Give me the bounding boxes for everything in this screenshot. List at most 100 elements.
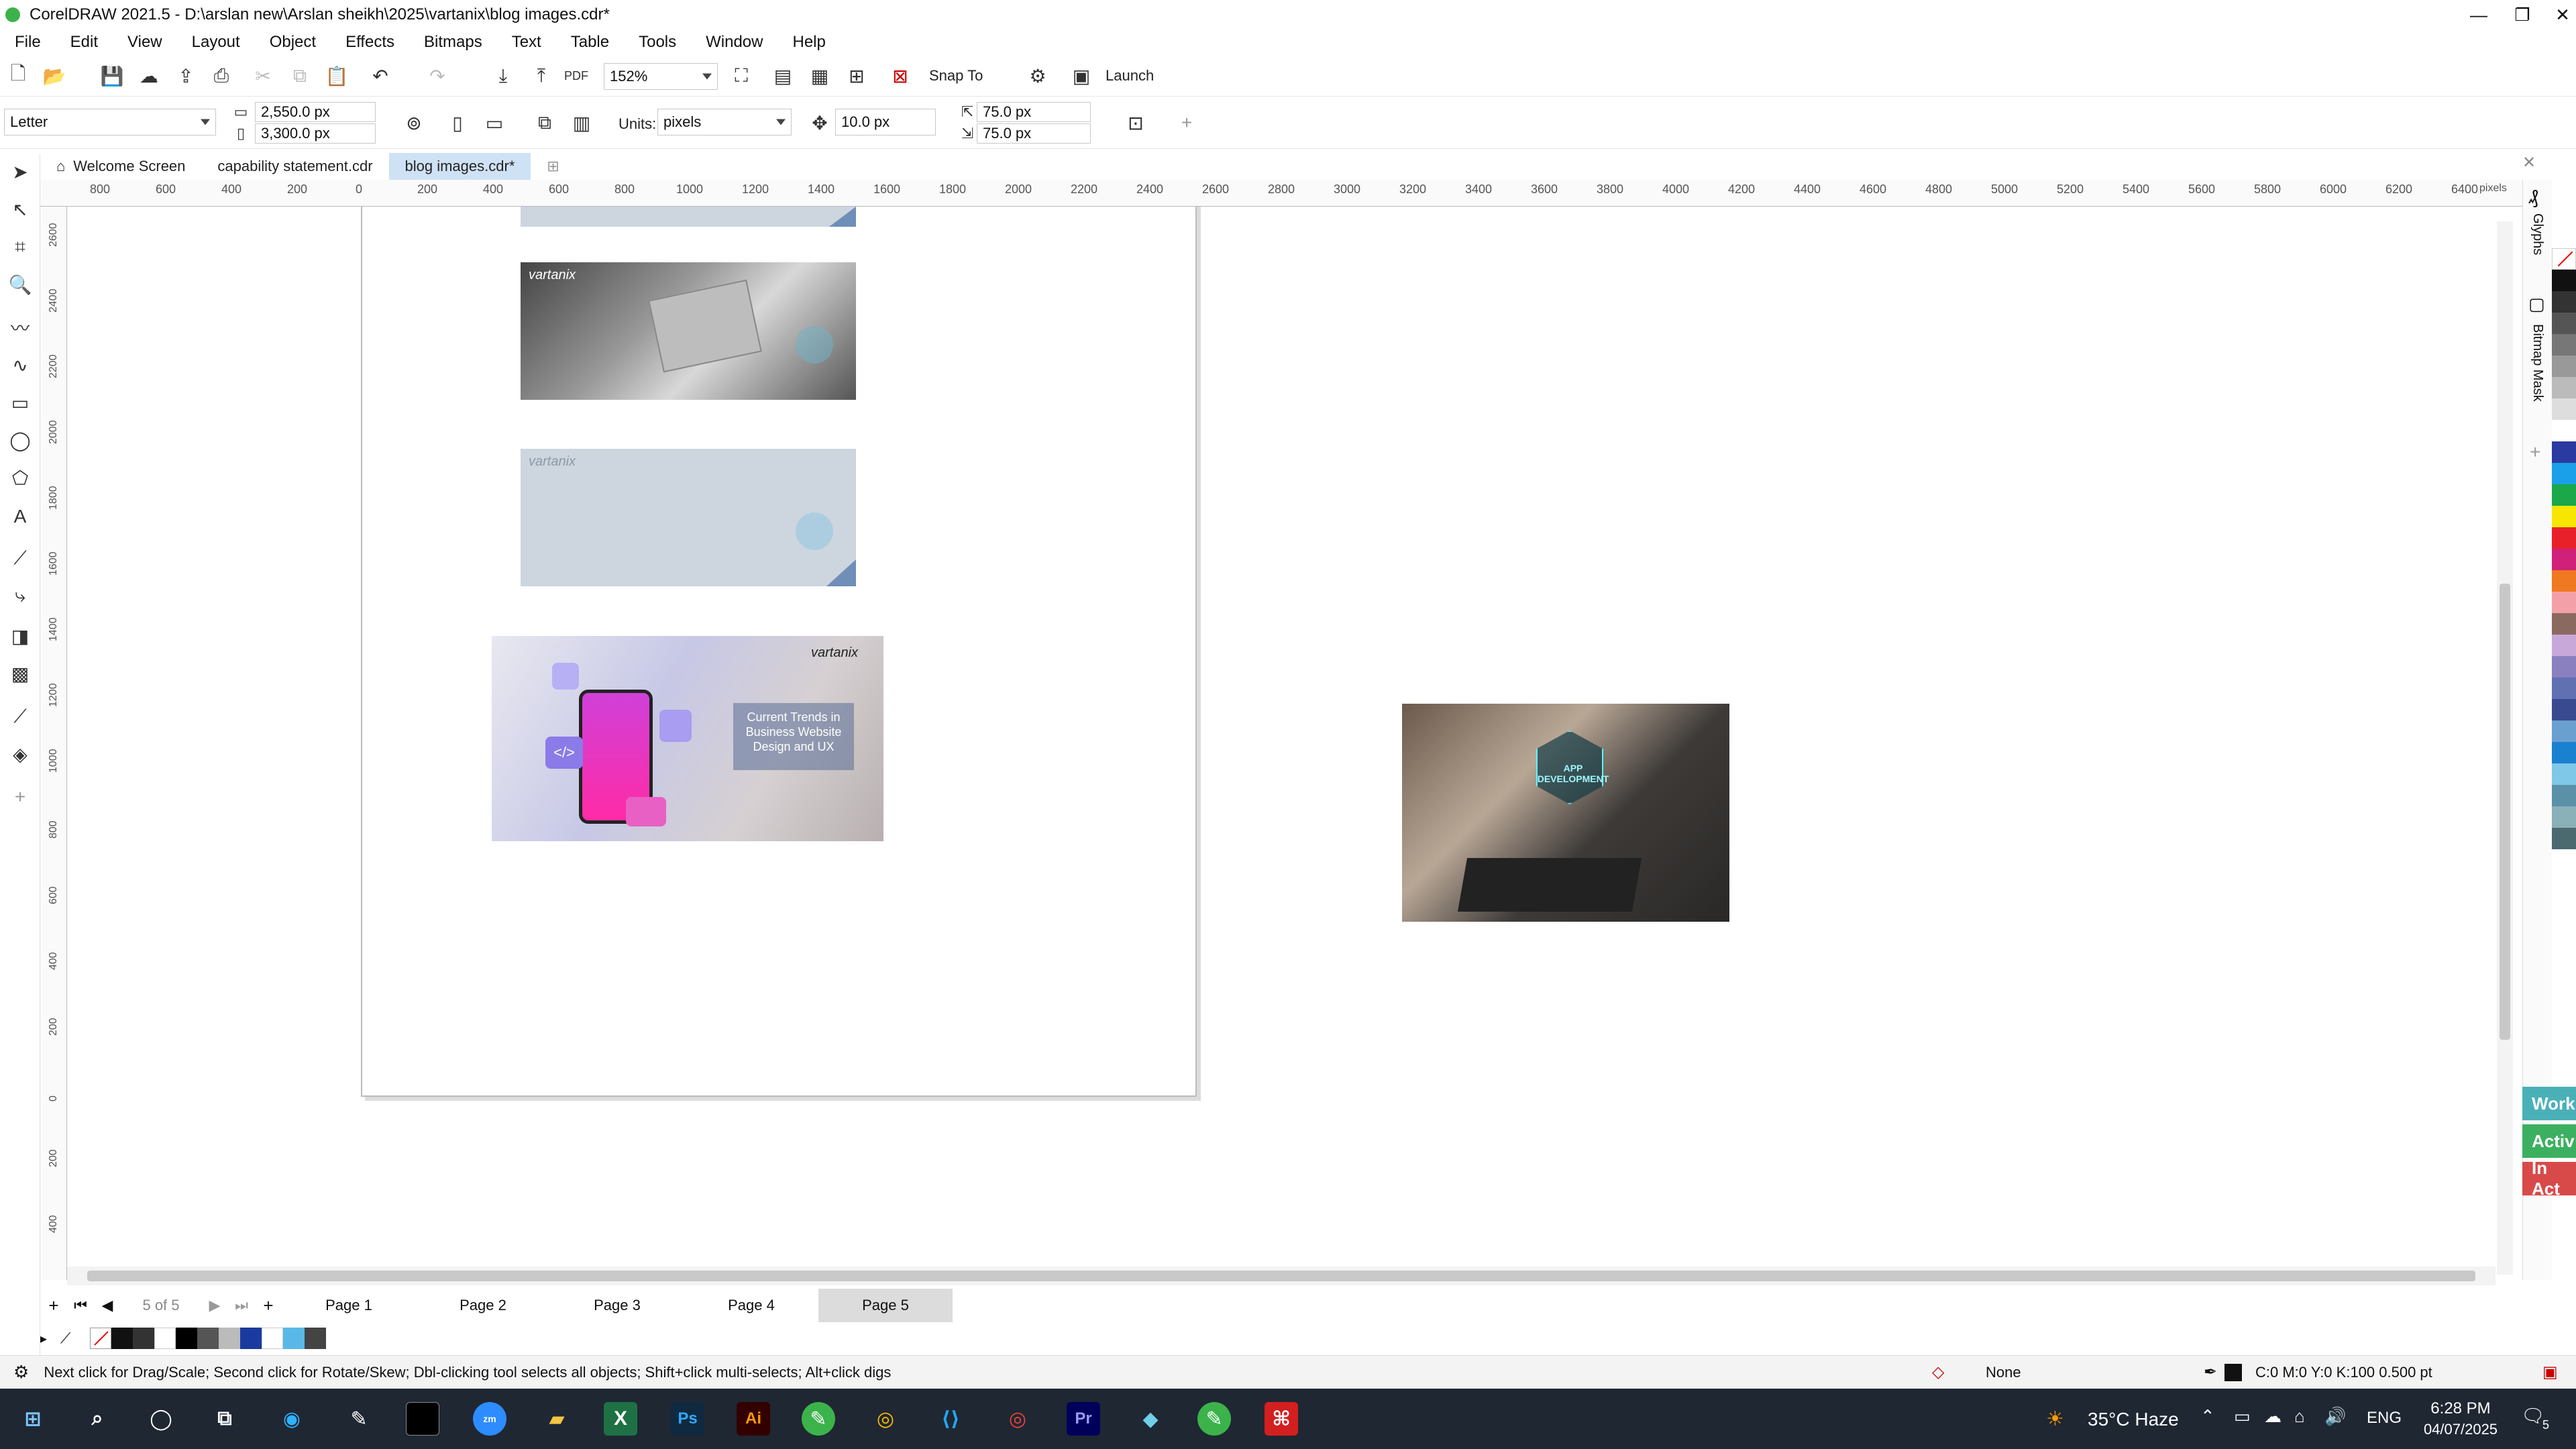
color-swatch[interactable] xyxy=(2552,441,2576,463)
excel-icon[interactable]: X xyxy=(604,1402,637,1436)
portrait-icon[interactable]: ▯ xyxy=(446,111,469,134)
zoom-app-icon[interactable]: zm xyxy=(473,1402,506,1436)
color-swatch[interactable] xyxy=(2552,377,2576,398)
task-view-icon[interactable]: ⧉ xyxy=(208,1402,241,1436)
doc-color-swatch[interactable] xyxy=(305,1328,326,1349)
pick-tool-icon[interactable]: ➤ xyxy=(8,160,32,184)
save-icon[interactable]: 💾 xyxy=(101,64,124,87)
last-page-icon[interactable]: ⏭ xyxy=(228,1297,255,1314)
chrome-profile-icon[interactable]: ◎ xyxy=(1001,1402,1034,1436)
freehand-tool-icon[interactable]: 〰 xyxy=(8,315,32,339)
blog-image-web-design-trends[interactable]: </> Current Trends in Business Website D… xyxy=(492,636,883,841)
page-tab-4[interactable]: Page 4 xyxy=(684,1289,818,1322)
add-tool-icon[interactable]: + xyxy=(8,785,32,809)
menu-tools[interactable]: Tools xyxy=(639,33,676,52)
horizontal-scrollbar[interactable] xyxy=(67,1267,2496,1285)
app-icon[interactable]: ◆ xyxy=(1134,1402,1167,1436)
color-swatch[interactable] xyxy=(2552,570,2576,592)
clock-date[interactable]: 04/07/2025 xyxy=(2414,1421,2508,1438)
first-page-icon[interactable]: ⏮ xyxy=(67,1297,94,1314)
snap-off-icon[interactable]: ⊠ xyxy=(889,64,912,87)
pen-app-icon[interactable]: ✎ xyxy=(342,1402,376,1436)
meet-icon[interactable]: ▭ xyxy=(2234,1406,2251,1427)
vscode-icon[interactable]: ⟨⟩ xyxy=(934,1402,967,1436)
page-tab-5[interactable]: Page 5 xyxy=(818,1289,953,1322)
next-page-icon[interactable]: ▶ xyxy=(201,1297,228,1314)
bitmap-mask-tab[interactable]: Bitmap Mask xyxy=(2530,324,2545,402)
doc-color-swatch[interactable] xyxy=(219,1328,240,1349)
color-swatch[interactable] xyxy=(2552,420,2576,441)
doc-color-swatch[interactable] xyxy=(154,1328,176,1349)
app-development-image[interactable]: APP DEVELOPMENT xyxy=(1402,704,1729,922)
color-swatch[interactable] xyxy=(2552,678,2576,699)
color-swatch[interactable] xyxy=(2552,484,2576,506)
horizontal-scroll-thumb[interactable] xyxy=(87,1271,2475,1281)
color-swatch[interactable] xyxy=(2552,763,2576,785)
options-gear-icon[interactable]: ⚙ xyxy=(1026,64,1049,87)
rectangle-tool-icon[interactable]: ▭ xyxy=(8,390,32,415)
file-explorer-icon[interactable]: ▰ xyxy=(540,1402,574,1436)
status-gear-icon[interactable]: ⚙ xyxy=(13,1362,29,1383)
color-swatch[interactable] xyxy=(2552,463,2576,484)
illustrator-icon[interactable]: Ai xyxy=(737,1402,770,1436)
polygon-tool-icon[interactable]: ⬠ xyxy=(8,466,32,490)
launch-label[interactable]: Launch xyxy=(1106,67,1154,85)
page-height-input[interactable]: 3,300.0 px xyxy=(255,123,376,144)
close-tab-icon[interactable]: ✕ xyxy=(2522,153,2546,177)
no-color-swatch[interactable] xyxy=(2552,248,2576,270)
color-swatch[interactable] xyxy=(2552,656,2576,678)
no-color-swatch[interactable] xyxy=(90,1328,111,1349)
tab-capability-statement[interactable]: capability statement.cdr xyxy=(201,153,388,180)
add-docker-icon[interactable]: + xyxy=(2530,441,2540,463)
doc-color-swatch[interactable] xyxy=(133,1328,154,1349)
page-tab-2[interactable]: Page 2 xyxy=(416,1289,550,1322)
chrome-icon[interactable]: ◎ xyxy=(869,1402,902,1436)
vertical-scroll-thumb[interactable] xyxy=(2500,584,2510,1040)
color-swatch[interactable] xyxy=(2552,635,2576,656)
import-icon[interactable]: ⤓ xyxy=(492,64,515,87)
drop-shadow-icon[interactable]: ◨ xyxy=(8,624,32,648)
color-swatch[interactable] xyxy=(2552,549,2576,570)
color-swatch[interactable] xyxy=(2552,592,2576,613)
palette-arrow-icon[interactable]: ▸ xyxy=(40,1330,60,1347)
open-icon[interactable]: 📂 xyxy=(43,64,66,87)
color-swatch[interactable] xyxy=(2552,506,2576,527)
doc-color-swatch[interactable] xyxy=(197,1328,219,1349)
color-proof-icon[interactable]: ▣ xyxy=(2542,1362,2558,1382)
launch-icon[interactable]: ▣ xyxy=(1070,64,1093,87)
horizontal-ruler[interactable]: 800 600 400 200 0 200 400 600 800 1000 1… xyxy=(40,180,2522,207)
add-page-first-icon[interactable]: + xyxy=(40,1295,67,1316)
add-page-icon[interactable]: + xyxy=(255,1295,282,1316)
color-swatch[interactable] xyxy=(2552,806,2576,828)
color-swatch[interactable] xyxy=(2552,334,2576,356)
acrobat-icon[interactable]: ⌘ xyxy=(1265,1402,1298,1436)
color-swatch[interactable] xyxy=(2552,785,2576,806)
menu-window[interactable]: Window xyxy=(706,33,763,52)
doc-color-swatch[interactable] xyxy=(176,1328,197,1349)
text-tool-icon[interactable]: A xyxy=(8,504,32,529)
premiere-icon[interactable]: Pr xyxy=(1067,1402,1100,1436)
duplicate-y-input[interactable]: 75.0 px xyxy=(977,123,1091,144)
weather-text[interactable]: 35°C Haze xyxy=(2088,1409,2179,1430)
add-icon[interactable]: + xyxy=(1175,111,1198,134)
parallel-dimension-icon[interactable]: ⟋ xyxy=(8,546,32,570)
bitmap-mask-icon[interactable]: ▢ xyxy=(2528,294,2545,315)
drawing-canvas[interactable]: vartanix vartanix </> Current Trends in … xyxy=(67,207,2496,1267)
windows-start-icon[interactable]: ⊞ xyxy=(16,1402,50,1436)
pdf-icon[interactable]: PDF xyxy=(564,64,588,87)
color-swatch[interactable] xyxy=(2552,742,2576,763)
menu-effects[interactable]: Effects xyxy=(345,33,394,52)
coreldraw-taskbar-icon[interactable]: ✎ xyxy=(802,1402,835,1436)
units-select[interactable]: pixels xyxy=(657,109,792,136)
network-icon[interactable]: ⌂ xyxy=(2294,1406,2305,1427)
color-swatch[interactable] xyxy=(2552,613,2576,635)
clock-time[interactable]: 6:28 PM xyxy=(2420,1399,2501,1418)
shape-tool-icon[interactable]: ↖ xyxy=(8,197,32,221)
inactive-badge[interactable]: In Act xyxy=(2522,1158,2576,1199)
page-tab-3[interactable]: Page 3 xyxy=(550,1289,684,1322)
eyedropper-icon[interactable]: ⟋ xyxy=(8,704,32,729)
edge-icon[interactable]: ◉ xyxy=(275,1402,309,1436)
color-swatch[interactable] xyxy=(2552,527,2576,549)
all-pages-icon[interactable]: ⧉ xyxy=(533,111,556,134)
cloud-icon[interactable]: ☁ xyxy=(138,64,160,87)
